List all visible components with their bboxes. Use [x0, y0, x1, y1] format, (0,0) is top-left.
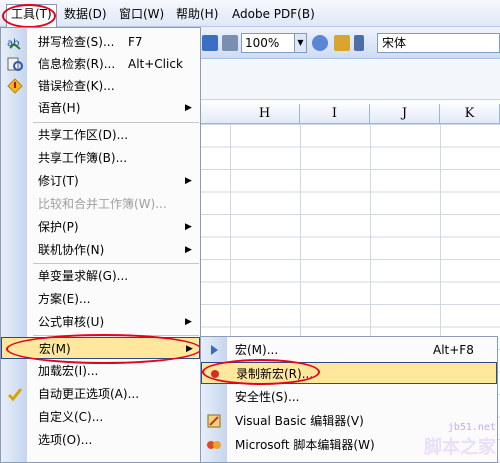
menu-item-goal-seek[interactable]: 单变量求解(G)...: [1, 265, 200, 287]
menu-bar: 工具(T) 数据(D) 窗口(W) 帮助(H) Adobe PDF(B): [0, 0, 500, 27]
watermark-name: 脚本之家: [424, 437, 496, 458]
menu-item-protection[interactable]: 保护(P) ▶: [1, 216, 200, 238]
submenu-arrow-icon: ▶: [185, 317, 192, 327]
menu-separator: [33, 335, 199, 336]
submenu-item-macros[interactable]: 宏(M)... Alt+F8: [201, 339, 497, 361]
menu-item-spelling[interactable]: ab 拼写检查(S)... F7: [1, 31, 200, 53]
menu-tools[interactable]: 工具(T): [6, 4, 57, 27]
submenu-arrow-icon: ▶: [186, 344, 193, 354]
menu-window[interactable]: 窗口(W): [115, 5, 168, 23]
watermark-url: jb51.net: [447, 422, 496, 433]
tools-menu: ab 拼写检查(S)... F7 信息检索(R)... Alt+Click 错误…: [0, 27, 201, 463]
menu-item-customize[interactable]: 自定义(C)...: [1, 406, 200, 428]
menu-separator: [33, 263, 199, 264]
autocorrect-icon: [7, 386, 23, 402]
vb-editor-icon: [206, 413, 222, 429]
help-icon[interactable]: [312, 35, 328, 51]
menu-item-scenarios[interactable]: 方案(E)...: [1, 288, 200, 310]
drawing-icon[interactable]: [222, 35, 238, 51]
submenu-arrow-icon: ▶: [185, 103, 192, 113]
toolbar-options-icon[interactable]: [354, 35, 364, 51]
submenu-item-record-macro[interactable]: 录制新宏(R)...: [201, 362, 497, 384]
menu-item-track-changes[interactable]: 修订(T) ▶: [1, 170, 200, 192]
submenu-arrow-icon: ▶: [185, 245, 192, 255]
column-header[interactable]: J: [370, 104, 440, 124]
submenu-arrow-icon: ▶: [185, 176, 192, 186]
menu-item-research[interactable]: 信息检索(R)... Alt+Click: [1, 53, 200, 75]
spelling-icon: ab: [7, 34, 23, 50]
formula-bar: [200, 60, 500, 100]
column-header[interactable]: I: [300, 104, 370, 124]
menu-item-autocorrect[interactable]: 自动更正选项(A)...: [1, 383, 200, 405]
play-icon: [206, 342, 222, 358]
menu-item-online-collaboration[interactable]: 联机协作(N) ▶: [1, 239, 200, 261]
menu-item-error-check[interactable]: 错误检查(K)...: [1, 75, 200, 97]
menu-item-shared-workbook[interactable]: 共享工作簿(B)...: [1, 147, 200, 169]
pdf-icon[interactable]: [334, 35, 350, 51]
error-check-icon: [7, 78, 23, 94]
menu-item-formula-auditing[interactable]: 公式审核(U) ▶: [1, 311, 200, 333]
record-icon: [207, 366, 223, 382]
script-editor-icon: [206, 437, 222, 453]
chart-icon[interactable]: [202, 35, 218, 51]
zoom-dropdown-icon[interactable]: ▼: [295, 33, 307, 53]
menu-item-add-ins[interactable]: 加载宏(I)...: [1, 360, 200, 382]
zoom-input[interactable]: 100%: [241, 33, 295, 53]
formatting-toolbar: 100% ▼ 宋体: [200, 27, 500, 59]
menu-item-speech[interactable]: 语音(H) ▶: [1, 97, 200, 119]
research-icon: [7, 56, 23, 72]
font-input[interactable]: 宋体: [377, 33, 500, 53]
column-header[interactable]: H: [230, 104, 300, 124]
menu-data[interactable]: 数据(D): [60, 5, 111, 23]
menu-item-shared-workspace[interactable]: 共享工作区(D)...: [1, 124, 200, 146]
column-header-row: H I J K: [200, 104, 500, 124]
menu-adobe-pdf[interactable]: Adobe PDF(B): [228, 5, 319, 23]
menu-item-compare-merge: 比较和合并工作簿(W)...: [38, 197, 167, 211]
menu-item-macro[interactable]: 宏(M) ▶: [1, 337, 200, 359]
submenu-arrow-icon: ▶: [185, 222, 192, 232]
watermark: jb51.net 脚本之家: [424, 422, 496, 459]
menu-separator: [33, 122, 199, 123]
menu-help[interactable]: 帮助(H): [172, 5, 222, 23]
menu-item-options[interactable]: 选项(O)...: [1, 429, 200, 451]
submenu-item-security[interactable]: 安全性(S)...: [201, 386, 497, 408]
column-header[interactable]: K: [440, 104, 500, 124]
